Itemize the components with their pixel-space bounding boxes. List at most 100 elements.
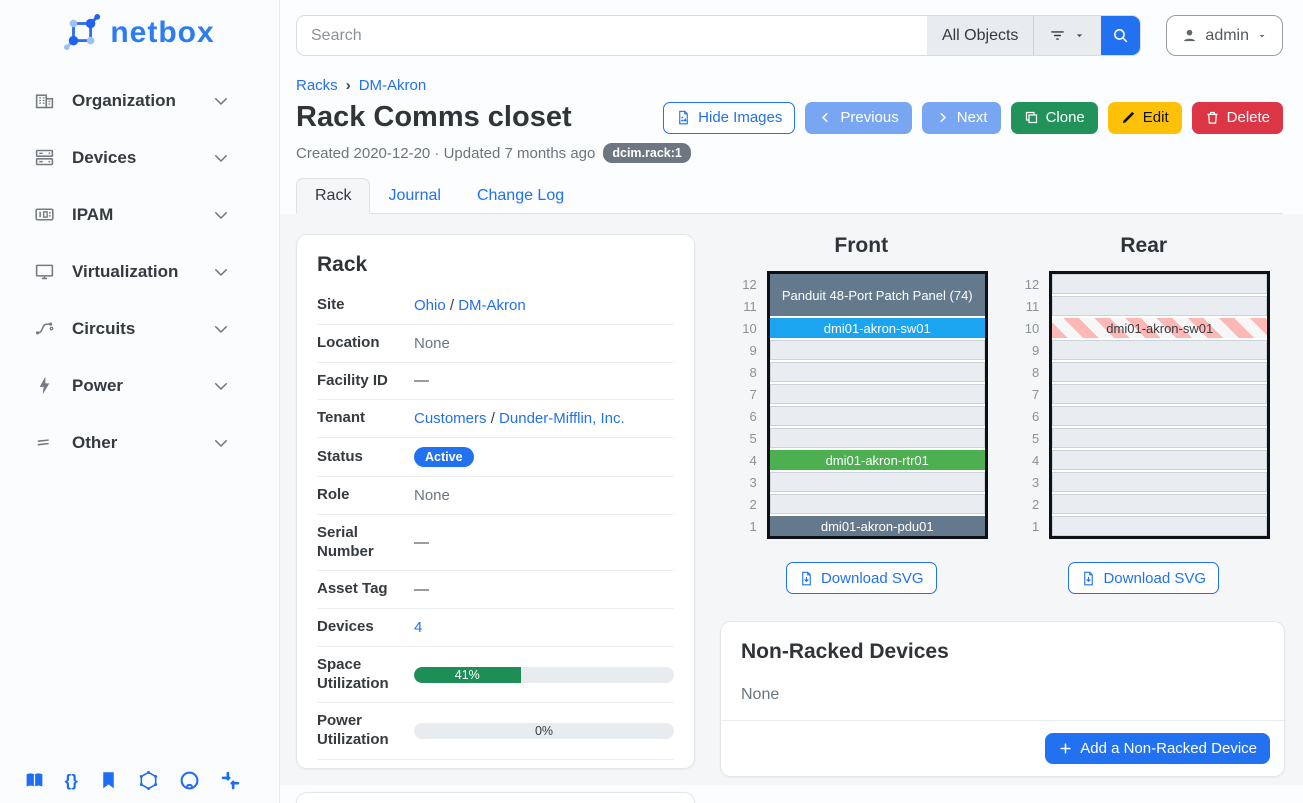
previous-button[interactable]: Previous — [805, 102, 911, 134]
empty-rack-unit-2[interactable] — [770, 494, 985, 514]
download-svg-button-rear[interactable]: Download SVG — [1068, 562, 1219, 594]
chevron-down-icon — [212, 149, 230, 167]
search-filter-dropdown[interactable] — [1033, 16, 1101, 55]
search-input[interactable] — [297, 16, 927, 55]
file-download-icon — [1081, 571, 1096, 586]
empty-rack-unit-9[interactable] — [1052, 340, 1267, 360]
title-row: Rack Comms closet Hide Images Previous N… — [296, 101, 1283, 134]
delete-button[interactable]: Delete — [1192, 102, 1283, 134]
link-dunder-mifflin-inc[interactable]: Dunder-Mifflin, Inc. — [499, 410, 625, 427]
info-label: Tenant — [317, 409, 414, 428]
empty-rack-unit-8[interactable] — [1052, 362, 1267, 382]
empty-rack-unit-1[interactable] — [1052, 516, 1267, 536]
separator-text: / — [446, 297, 459, 314]
edit-button[interactable]: Edit — [1108, 102, 1182, 134]
search-submit-button[interactable] — [1101, 16, 1140, 55]
rack-device-dmi01-akron-sw01[interactable]: dmi01-akron-sw01 — [1052, 318, 1267, 338]
separator-text: / — [487, 410, 500, 427]
api-braces-icon[interactable]: {} — [65, 770, 78, 791]
elevation-title-front: Front — [834, 234, 888, 258]
unit-number: 1 — [735, 516, 757, 538]
sidebar-item-organization[interactable]: Organization — [0, 82, 279, 119]
empty-rack-unit-12[interactable] — [1052, 274, 1267, 294]
empty-rack-unit-5[interactable] — [770, 428, 985, 448]
tab-change-log[interactable]: Change Log — [459, 179, 582, 213]
next-button[interactable]: Next — [922, 102, 1001, 134]
empty-rack-unit-6[interactable] — [770, 406, 985, 426]
bookmark-icon[interactable] — [98, 770, 119, 791]
rack-device-panduit-48-port-patch-panel-74[interactable]: Panduit 48-Port Patch Panel (74) — [770, 274, 985, 316]
elevations-row: Front 121110987654321 Panduit 48-Port Patc… — [720, 234, 1285, 594]
info-value: 4 — [414, 619, 674, 636]
empty-rack-unit-7[interactable] — [1052, 384, 1267, 404]
elevation-rear: Rear121110987654321dmi01-akron-sw01Downl… — [1003, 234, 1286, 594]
monitor-icon — [34, 261, 55, 282]
chevron-down-icon — [212, 206, 230, 224]
search-scope-button[interactable]: All Objects — [927, 16, 1033, 55]
sidebar-item-virtualization[interactable]: Virtualization — [0, 253, 279, 290]
tab-rack[interactable]: Rack — [296, 178, 370, 214]
sidebar-footer-icons: {} — [0, 770, 265, 791]
info-value: — — [414, 372, 674, 389]
sidebar-item-label: IPAM — [72, 205, 113, 225]
graphql-icon[interactable] — [138, 770, 159, 791]
empty-rack-unit-8[interactable] — [770, 362, 985, 382]
devices-count-link[interactable]: 4 — [414, 619, 422, 636]
right-column: Front 121110987654321 Panduit 48-Port Patc… — [720, 234, 1285, 777]
action-buttons: Hide Images Previous Next Clone Edit — [663, 102, 1283, 134]
unit-number-column: 121110987654321 — [735, 271, 757, 539]
info-row-devices: Devices4 — [317, 609, 674, 647]
clone-button[interactable]: Clone — [1011, 102, 1098, 134]
empty-rack-unit-5[interactable] — [1052, 428, 1267, 448]
link-dm-akron[interactable]: DM-Akron — [458, 297, 526, 314]
empty-rack-unit-6[interactable] — [1052, 406, 1267, 426]
unit-number: 10 — [1017, 318, 1039, 340]
sidebar-item-ipam[interactable]: IPAM — [0, 196, 279, 233]
sidebar-item-devices[interactable]: Devices — [0, 139, 279, 176]
tab-journal[interactable]: Journal — [370, 179, 458, 213]
sidebar-item-circuits[interactable]: Circuits — [0, 310, 279, 347]
unit-number: 1 — [1017, 516, 1039, 538]
info-row-site: SiteOhio / DM-Akron — [317, 287, 674, 325]
rack-device-dmi01-akron-sw01[interactable]: dmi01-akron-sw01 — [770, 318, 985, 338]
download-svg-label: Download SVG — [1103, 570, 1206, 587]
github-icon[interactable] — [179, 770, 200, 791]
info-label: Devices — [317, 618, 414, 637]
docs-book-icon[interactable] — [24, 770, 45, 791]
unit-number: 8 — [1017, 362, 1039, 384]
empty-rack-unit-11[interactable] — [1052, 296, 1267, 316]
unit-number: 7 — [1017, 384, 1039, 406]
info-value: — — [414, 581, 674, 598]
chevron-down-icon — [212, 434, 230, 452]
empty-rack-unit-9[interactable] — [770, 340, 985, 360]
unit-number: 5 — [1017, 428, 1039, 450]
info-label: Serial Number — [317, 524, 414, 562]
download-svg-button-front[interactable]: Download SVG — [786, 562, 937, 594]
rack-device-dmi01-akron-pdu01[interactable]: dmi01-akron-pdu01 — [770, 516, 985, 536]
empty-rack-unit-7[interactable] — [770, 384, 985, 404]
info-row-role: RoleNone — [317, 477, 674, 515]
caret-down-icon — [1256, 30, 1268, 42]
breadcrumb-link-dm-akron[interactable]: DM-Akron — [359, 77, 427, 94]
add-non-racked-device-button[interactable]: Add a Non-Racked Device — [1045, 733, 1270, 764]
sidebar-item-other[interactable]: Other — [0, 424, 279, 461]
hide-images-button[interactable]: Hide Images — [663, 102, 795, 134]
content-area: Rack SiteOhio / DM-AkronLocationNoneFaci… — [280, 214, 1303, 785]
empty-rack-unit-2[interactable] — [1052, 494, 1267, 514]
info-value: 0% — [414, 723, 674, 739]
tab-bar: Rack Journal Change Log — [296, 178, 1283, 214]
link-ohio[interactable]: Ohio — [414, 297, 446, 314]
rack-device-dmi01-akron-rtr01[interactable]: dmi01-akron-rtr01 — [770, 450, 985, 470]
empty-rack-unit-3[interactable] — [1052, 472, 1267, 492]
empty-rack-unit-4[interactable] — [1052, 450, 1267, 470]
user-menu-button[interactable]: admin — [1166, 15, 1283, 56]
non-racked-devices-card: Non-Racked Devices None Add a Non-Racked… — [720, 621, 1285, 777]
breadcrumb-link-racks[interactable]: Racks — [296, 77, 338, 94]
copy-icon — [1024, 110, 1039, 125]
netbox-logo[interactable]: netbox — [0, 0, 279, 58]
link-customers[interactable]: Customers — [414, 410, 487, 427]
slack-icon[interactable] — [220, 770, 241, 791]
empty-rack-unit-3[interactable] — [770, 472, 985, 492]
clone-label: Clone — [1046, 109, 1085, 126]
sidebar-item-power[interactable]: Power — [0, 367, 279, 404]
